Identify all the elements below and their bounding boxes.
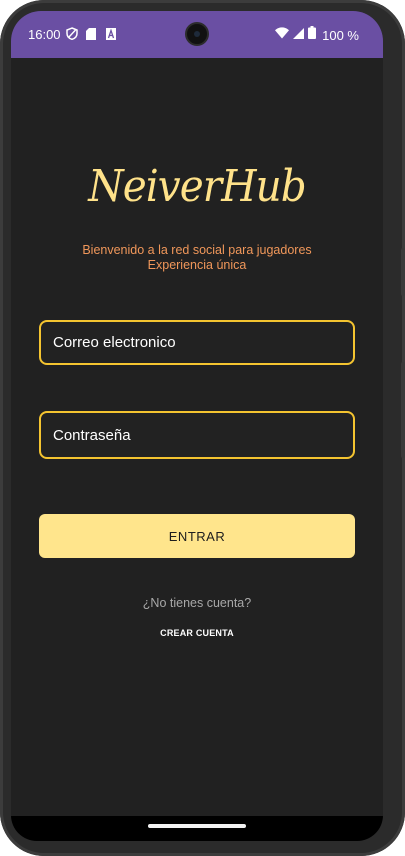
no-account-text: ¿No tienes cuenta?: [142, 596, 252, 610]
navigation-bar: [11, 816, 383, 841]
email-field[interactable]: Correo electronico: [39, 320, 355, 365]
password-placeholder: Contraseña: [53, 426, 131, 444]
status-right-group: 100 %: [275, 26, 359, 44]
power-button: [401, 362, 405, 458]
vpn-shield-icon: [66, 27, 78, 45]
battery-percentage: 100 %: [322, 27, 359, 43]
sd-card-icon: [86, 27, 96, 45]
subtitle-line-2: Experiencia única: [147, 258, 247, 272]
subtitle-line-1: Bienvenido a la red social para jugadore…: [82, 243, 312, 257]
phone-frame: 16:00 100 % NeiverHub Bienvenido a la re…: [0, 0, 405, 856]
font-icon: [106, 27, 116, 45]
login-button[interactable]: ENTRAR: [39, 514, 355, 558]
wifi-icon: [275, 26, 290, 44]
front-camera: [185, 22, 209, 46]
signal-icon: [293, 26, 305, 44]
create-account-button[interactable]: CREAR CUENTA: [11, 628, 383, 638]
status-time: 16:00: [28, 27, 61, 42]
home-indicator[interactable]: [148, 824, 246, 828]
status-bar: 16:00 100 %: [11, 11, 383, 58]
app-logo: NeiverHub: [88, 161, 306, 212]
app-screen: 16:00 100 % NeiverHub Bienvenido a la re…: [11, 11, 383, 841]
password-field[interactable]: Contraseña: [39, 411, 355, 459]
volume-button: [401, 248, 405, 296]
battery-icon: [308, 26, 317, 44]
welcome-subtitle: Bienvenido a la red social para jugadore…: [11, 243, 383, 273]
email-placeholder: Correo electronico: [53, 334, 176, 351]
